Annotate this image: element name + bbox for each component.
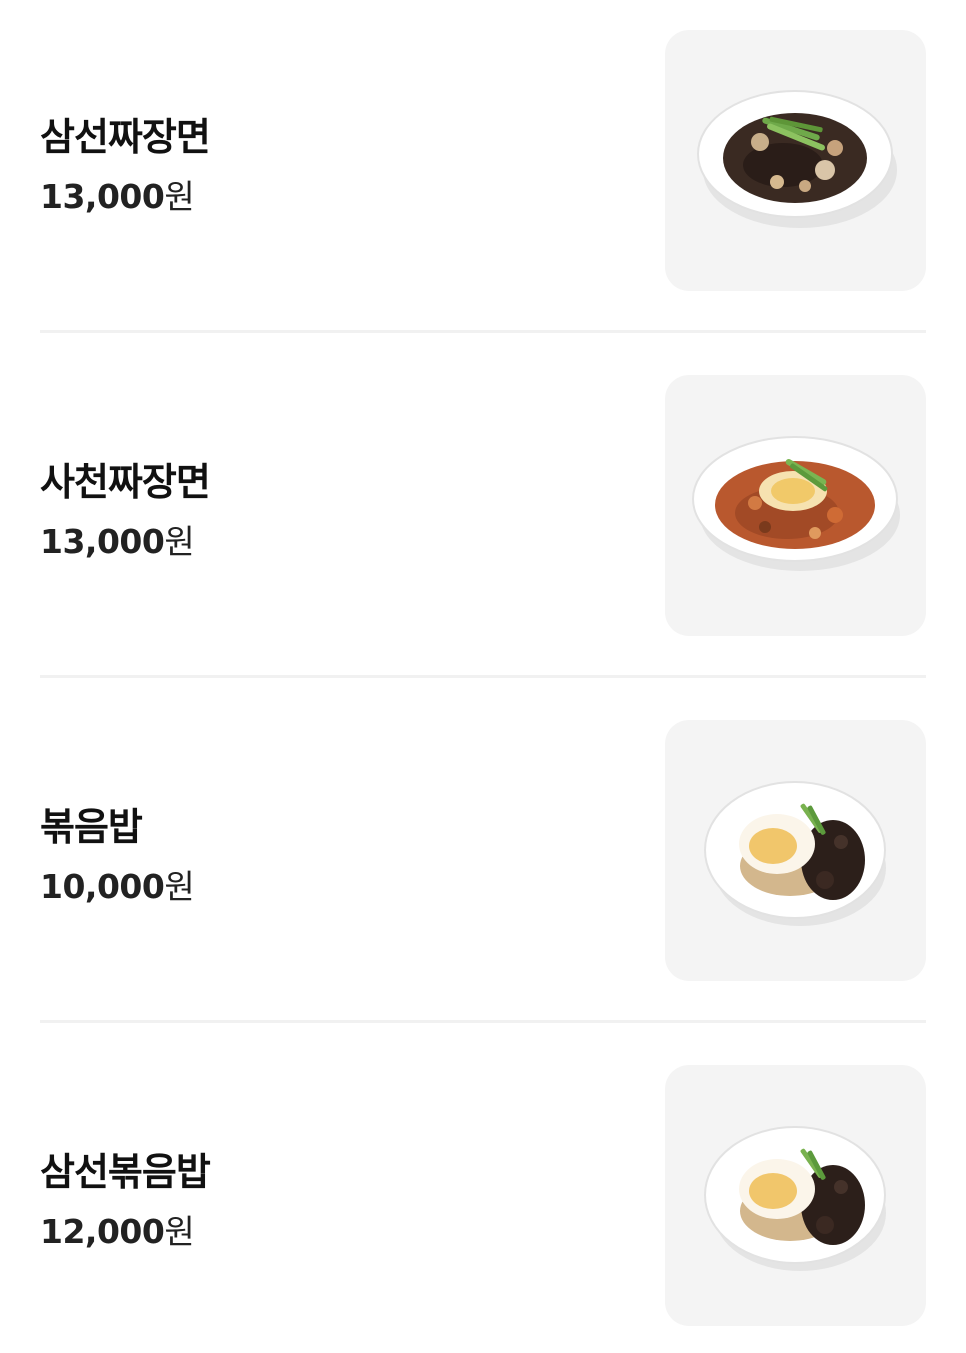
price-value: 10,000 xyxy=(40,867,165,906)
menu-item-name: 삼선볶음밥 xyxy=(40,1150,211,1194)
menu-item-price: 13,000원 xyxy=(40,170,195,218)
price-value: 12,000 xyxy=(40,1212,165,1251)
divider xyxy=(40,1020,926,1023)
menu-item-sacheon-jjajangmyeon[interactable]: 사천짜장면 13,000원 xyxy=(40,345,926,690)
seafood-fried-rice-dish-icon[interactable] xyxy=(665,1065,926,1326)
divider xyxy=(40,675,926,678)
menu-item-price: 13,000원 xyxy=(40,515,195,563)
sacheon-jjajangmyeon-dish-icon[interactable] xyxy=(665,375,926,636)
fried-rice-dish-icon[interactable] xyxy=(665,720,926,981)
divider xyxy=(40,330,926,333)
currency-suffix: 원 xyxy=(164,1212,195,1251)
menu-item-fried-rice[interactable]: 볶음밥 10,000원 xyxy=(40,690,926,1035)
menu-item-seafood-fried-rice[interactable]: 삼선볶음밥 12,000원 xyxy=(40,1035,926,1353)
menu-item-name: 사천짜장면 xyxy=(40,460,211,504)
menu-item-price: 12,000원 xyxy=(40,1205,195,1253)
menu-list: 삼선짜장면 13,000원 사천짜장면 13,000원 볶음밥 10,000원 … xyxy=(0,0,966,1353)
price-value: 13,000 xyxy=(40,177,165,216)
menu-item-price: 10,000원 xyxy=(40,860,195,908)
menu-item-name: 삼선짜장면 xyxy=(40,115,211,159)
currency-suffix: 원 xyxy=(164,177,195,216)
menu-item-name: 볶음밥 xyxy=(40,805,143,849)
jjajangmyeon-dish-icon[interactable] xyxy=(665,30,926,291)
currency-suffix: 원 xyxy=(164,522,195,561)
price-value: 13,000 xyxy=(40,522,165,561)
currency-suffix: 원 xyxy=(164,867,195,906)
menu-item-samseon-jjajangmyeon[interactable]: 삼선짜장면 13,000원 xyxy=(40,0,926,345)
